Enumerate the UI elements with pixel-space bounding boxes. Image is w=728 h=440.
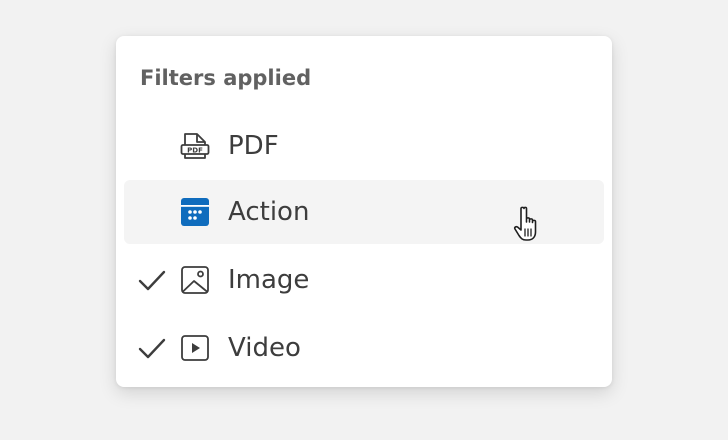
menu-item-label: PDF	[228, 131, 279, 161]
menu-item-label: Video	[228, 333, 301, 363]
menu-item-image[interactable]: Image	[124, 248, 604, 312]
action-calendar-icon	[181, 198, 209, 226]
menu-item-video[interactable]: Video	[124, 316, 604, 380]
pdf-icon-text: PDF	[187, 146, 203, 154]
menu-header: Filters applied	[140, 66, 312, 90]
image-icon	[181, 266, 209, 294]
menu-item-pdf[interactable]: PDF PDF	[124, 114, 604, 178]
checkmark-icon	[138, 338, 166, 359]
hand-cursor-icon	[513, 206, 537, 241]
pdf-file-icon: PDF	[180, 133, 210, 159]
video-play-icon	[181, 335, 209, 361]
checkmark-icon	[138, 270, 166, 291]
menu-item-label: Image	[228, 265, 310, 295]
menu-item-label: Action	[228, 197, 310, 227]
